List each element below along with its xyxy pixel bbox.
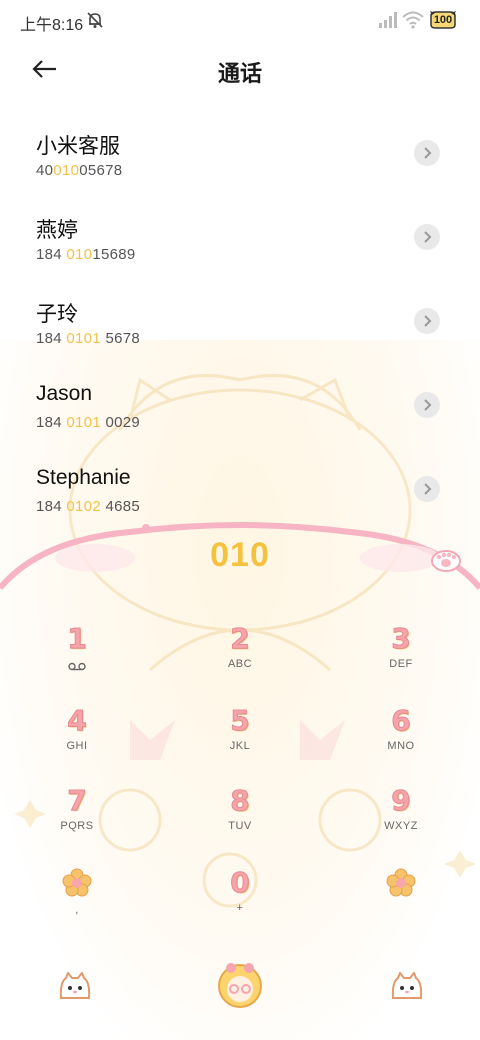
star-key-flower-icon xyxy=(62,868,92,897)
key-letters: DEF xyxy=(389,658,413,670)
key-digit: 1 xyxy=(67,622,87,656)
key-letters: + xyxy=(236,902,244,914)
contact-detail-button[interactable] xyxy=(414,308,440,334)
contact-name: 燕婷 xyxy=(36,219,78,242)
contact-number: 184 0101 0029 xyxy=(36,414,141,431)
page-title: 通话 xyxy=(217,61,262,86)
wifi-icon xyxy=(402,11,424,29)
contact-item[interactable]: 燕婷 184 01015689 xyxy=(0,196,480,280)
dial-key-3[interactable]: 3 DEF xyxy=(346,622,456,696)
key-digit: 5 xyxy=(230,704,250,738)
dial-input-display[interactable]: 010 xyxy=(0,536,480,575)
dial-key-2[interactable]: 2 ABC xyxy=(185,622,295,696)
mute-bell-icon xyxy=(87,12,103,28)
chevron-right-icon xyxy=(424,315,432,327)
chevron-right-icon xyxy=(424,483,432,495)
key-letters: TUV xyxy=(228,820,252,832)
hash-key-flower-icon xyxy=(386,868,416,897)
dial-key-0[interactable]: 0 + xyxy=(185,866,295,940)
chevron-right-icon xyxy=(424,231,432,243)
contact-detail-button[interactable] xyxy=(414,224,440,250)
key-letters: JKL xyxy=(229,740,251,752)
contact-name: 子玲 xyxy=(36,303,78,326)
key-letters: PQRS xyxy=(60,820,94,832)
contact-item[interactable]: 子玲 184 0101 5678 xyxy=(0,280,480,364)
contact-number: 4001005678 xyxy=(36,162,123,179)
key-digit: 4 xyxy=(67,704,87,738)
battery-level: 100 xyxy=(433,14,453,26)
dial-key-star[interactable]: , xyxy=(22,868,132,942)
chevron-right-icon xyxy=(424,147,432,159)
key-digit: 9 xyxy=(391,784,411,818)
key-letters: GHI xyxy=(66,740,88,752)
dial-call-button-icon[interactable] xyxy=(216,960,264,1010)
contact-detail-button[interactable] xyxy=(414,140,440,166)
cat-face-icon-left[interactable] xyxy=(58,972,92,1000)
contact-number: 184 01015689 xyxy=(36,246,136,263)
contact-name: Jason xyxy=(36,382,93,405)
key-letters: , xyxy=(75,904,79,916)
contact-item[interactable]: Jason 184 0101 0029 xyxy=(0,364,480,448)
key-digit: 0 xyxy=(230,866,250,900)
dial-key-9[interactable]: 9 WXYZ xyxy=(346,784,456,858)
cat-face-icon-right[interactable] xyxy=(390,972,424,1000)
dial-key-hash[interactable] xyxy=(346,868,456,942)
dial-key-6[interactable]: 6 MNO xyxy=(346,704,456,778)
status-time: 上午8:16 xyxy=(20,17,84,34)
contact-name: Stephanie xyxy=(36,466,131,489)
key-letters: WXYZ xyxy=(384,820,418,832)
contact-detail-button[interactable] xyxy=(414,476,440,502)
key-digit: 8 xyxy=(230,784,250,818)
dial-key-4[interactable]: 4 GHI xyxy=(22,704,132,778)
signal-icon xyxy=(379,12,397,28)
dial-key-8[interactable]: 8 TUV xyxy=(185,784,295,858)
dial-key-7[interactable]: 7 PQRS xyxy=(22,784,132,858)
key-digit: 3 xyxy=(391,622,411,656)
dial-key-5[interactable]: 5 JKL xyxy=(185,704,295,778)
paw-icon[interactable] xyxy=(430,544,462,572)
contact-name: 小米客服 xyxy=(36,135,120,158)
contact-item[interactable]: 小米客服 4001005678 xyxy=(0,112,480,196)
contact-detail-button[interactable] xyxy=(414,392,440,418)
key-letters: ABC xyxy=(227,658,253,670)
key-letters: MNO xyxy=(387,740,415,752)
voicemail-icon xyxy=(68,662,86,671)
key-digit: 7 xyxy=(67,784,87,818)
bottom-nav xyxy=(0,960,480,1020)
dial-key-1[interactable]: 1 xyxy=(22,622,132,696)
status-bar: 上午8:16 100 xyxy=(0,0,480,40)
battery-icon: 100 xyxy=(428,10,458,30)
key-digit: 6 xyxy=(391,704,411,738)
contact-number: 184 0101 5678 xyxy=(36,330,141,347)
chevron-right-icon xyxy=(424,399,432,411)
key-digit: 2 xyxy=(230,622,250,656)
